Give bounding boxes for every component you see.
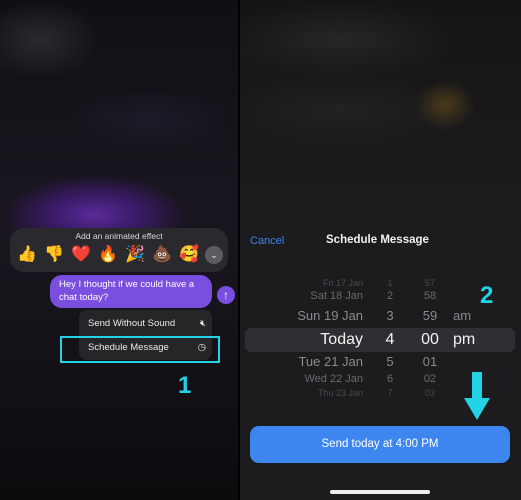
- schedule-screen: Cancel Schedule Message 2 Fri 17 Jan 1 57 S…: [240, 0, 521, 500]
- picker-row[interactable]: Today 4 00 pm: [240, 331, 521, 349]
- home-indicator: [330, 490, 430, 494]
- send-scheduled-button[interactable]: Send today at 4:00 PM: [250, 426, 510, 463]
- speaker-muted-icon: 🔇︎: [200, 318, 206, 329]
- picker-date: Thu 23 Jan: [317, 388, 363, 398]
- picker-ampm: am: [453, 308, 472, 323]
- picker-date: Today: [320, 331, 363, 348]
- picker-minute: 00: [421, 331, 439, 348]
- picker-hour: 5: [386, 354, 394, 369]
- picker-hour: 7: [387, 388, 393, 398]
- highlight-box: [60, 336, 220, 363]
- picker-date: Sat 18 Jan: [310, 290, 363, 302]
- chat-screen: Add an animated effect 👍 👎 ❤️ 🔥 🎉 💩 🥰 ⌄ …: [0, 0, 238, 500]
- message-bubble: Hey I thought if we could have a chat to…: [50, 275, 212, 308]
- arrow-down-icon: [464, 372, 490, 420]
- picker-date: Sun 19 Jan: [297, 308, 363, 323]
- picker-hour: 6: [386, 373, 394, 385]
- poop-reaction[interactable]: 💩: [149, 244, 175, 264]
- picker-minute: 59: [422, 308, 438, 323]
- love-face-reaction[interactable]: 🥰: [176, 244, 202, 264]
- picker-row[interactable]: Sat 18 Jan 2 58: [240, 290, 521, 308]
- schedule-sheet: Cancel Schedule Message 2 Fri 17 Jan 1 57 S…: [240, 222, 521, 500]
- thumbs-up-reaction[interactable]: 👍: [14, 244, 40, 264]
- send-without-sound-item[interactable]: Send Without Sound 🔇︎: [88, 318, 206, 329]
- blurred-background: [0, 0, 238, 180]
- picker-minute: 01: [422, 354, 438, 369]
- picker-minute: 02: [423, 373, 437, 385]
- picker-minute: 58: [423, 290, 437, 302]
- picker-minute: 57: [424, 278, 435, 288]
- fire-reaction[interactable]: 🔥: [95, 244, 121, 264]
- chevron-down-icon[interactable]: ⌄: [205, 246, 223, 264]
- picker-hour: 2: [386, 290, 394, 302]
- picker-ampm: pm: [453, 331, 476, 348]
- picker-hour: 1: [387, 278, 393, 288]
- picker-minute: 03: [424, 388, 435, 398]
- step-number: 1: [178, 372, 192, 399]
- picker-date: Fri 17 Jan: [322, 278, 363, 288]
- cancel-button[interactable]: Cancel: [250, 235, 284, 247]
- picker-row[interactable]: Sun 19 Jan 3 59 am: [240, 308, 521, 326]
- menu-label: Send Without Sound: [88, 318, 176, 329]
- thumbs-down-reaction[interactable]: 👎: [41, 244, 67, 264]
- party-reaction[interactable]: 🎉: [122, 244, 148, 264]
- blurred-background: [240, 0, 521, 222]
- picker-row[interactable]: Tue 21 Jan 5 01: [240, 354, 521, 372]
- picker-hour: 4: [385, 331, 395, 348]
- picker-hour: 3: [386, 308, 394, 323]
- picker-date: Tue 21 Jan: [298, 354, 363, 369]
- reaction-bar: Add an animated effect 👍 👎 ❤️ 🔥 🎉 💩 🥰 ⌄: [10, 228, 228, 272]
- picker-date: Wed 22 Jan: [304, 373, 363, 385]
- effects-title: Add an animated effect: [75, 231, 163, 241]
- send-arrow-icon[interactable]: ↑: [217, 286, 235, 304]
- sheet-title: Schedule Message: [326, 234, 429, 246]
- heart-reaction[interactable]: ❤️: [68, 244, 94, 264]
